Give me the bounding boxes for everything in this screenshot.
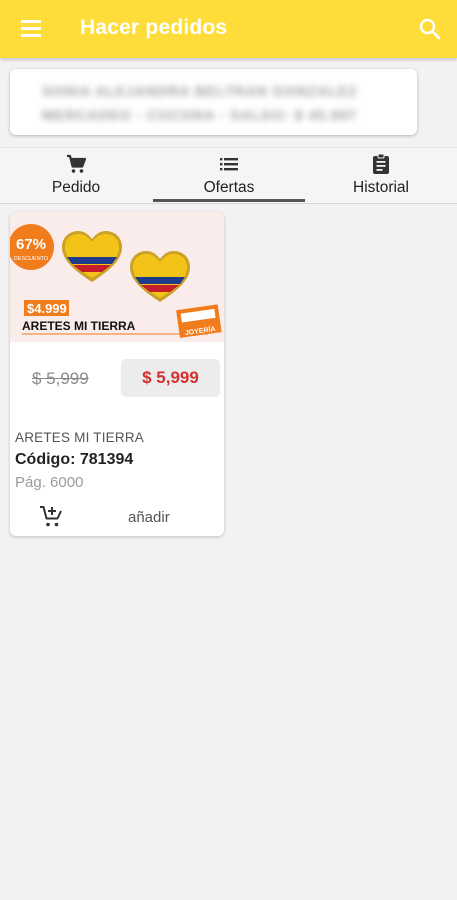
user-name: SONIA ALEJANDRA BELTRAN GONZALEZ xyxy=(42,83,358,99)
product-page: Pág. 6000 xyxy=(15,474,84,491)
search-icon[interactable] xyxy=(417,16,443,42)
tab-label: Pedido xyxy=(51,179,101,196)
app-bar: Hacer pedidos xyxy=(0,0,457,58)
earrings-illustration xyxy=(62,231,190,302)
promo-price: $4.999 xyxy=(27,301,67,316)
clipboard-icon xyxy=(373,153,389,174)
old-price: $ 5,999 xyxy=(32,369,89,388)
tab-label: Historial xyxy=(353,179,409,196)
user-info-card: SONIA ALEJANDRA BELTRAN GONZALEZ MERCADE… xyxy=(10,69,417,135)
tab-label: Ofertas xyxy=(203,179,255,196)
cart-icon xyxy=(67,154,87,173)
add-to-cart-icon[interactable] xyxy=(38,504,64,530)
tab-historial[interactable]: Historial xyxy=(305,148,457,203)
price-button[interactable]: $ 5,999 xyxy=(121,359,220,397)
joyeria-sticker: JOYERÍA xyxy=(176,304,222,338)
user-details: MERCADEO - COCONA - SALDO: $ 45.897 xyxy=(42,107,358,123)
discount-sub: DESCUENTO xyxy=(14,256,49,262)
discount-value: 67% xyxy=(16,236,46,253)
page-title: Hacer pedidos xyxy=(80,16,228,39)
tab-bar: Pedido Ofertas Historial xyxy=(0,147,457,204)
menu-icon[interactable] xyxy=(18,17,44,41)
active-tab-indicator xyxy=(153,199,305,202)
product-image[interactable]: 67% DESCUENTO $4.999 ARETES MI TIERRA JO… xyxy=(10,212,224,342)
promo-title: ARETES MI TIERRA xyxy=(22,319,136,333)
tab-ofertas[interactable]: Ofertas xyxy=(153,148,305,203)
tab-pedido[interactable]: Pedido xyxy=(0,148,152,203)
product-name: ARETES MI TIERRA xyxy=(15,430,144,445)
add-button[interactable]: añadir xyxy=(128,509,170,526)
product-code: Código: 781394 xyxy=(15,451,134,468)
list-icon xyxy=(220,158,238,171)
discount-badge: 67% DESCUENTO xyxy=(10,224,54,270)
product-card: 67% DESCUENTO $4.999 ARETES MI TIERRA JO… xyxy=(10,212,224,536)
